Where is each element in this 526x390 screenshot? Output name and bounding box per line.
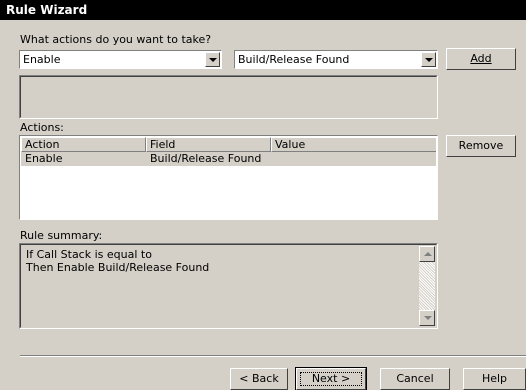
- chevron-down-icon: [209, 58, 217, 62]
- table-row[interactable]: Enable Build/Release Found: [21, 152, 436, 166]
- value-area-border: [20, 76, 437, 118]
- back-button-label: < Back: [239, 372, 279, 385]
- add-button[interactable]: Add: [446, 48, 516, 70]
- scroll-up-button[interactable]: [419, 246, 435, 262]
- actions-list-body: Action Field Value Enable Build/Release …: [21, 137, 436, 218]
- rule-summary-box[interactable]: If Call Stack is equal to Then Enable Bu…: [19, 243, 438, 329]
- remove-button[interactable]: Remove: [446, 135, 516, 157]
- actions-list-label: Actions:: [20, 121, 64, 134]
- summary-line-1: If Call Stack is equal to: [26, 248, 152, 261]
- cell-action: Enable: [25, 152, 63, 165]
- action-combo-dropdown-button[interactable]: [205, 52, 220, 67]
- column-header-action[interactable]: Action: [21, 137, 146, 152]
- help-button-label: Help: [481, 372, 508, 385]
- field-combo-dropdown-button[interactable]: [421, 52, 436, 67]
- window-title: Rule Wizard: [0, 0, 526, 20]
- scroll-down-button[interactable]: [419, 310, 435, 326]
- next-button[interactable]: Next >: [295, 367, 367, 390]
- next-button-label: Next >: [311, 372, 351, 385]
- column-header-field[interactable]: Field: [146, 137, 271, 152]
- column-header-value[interactable]: Value: [271, 137, 436, 152]
- back-button[interactable]: < Back: [230, 368, 288, 390]
- actions-prompt: What actions do you want to take?: [20, 33, 212, 46]
- cancel-button-label: Cancel: [396, 372, 434, 385]
- rule-summary-label: Rule summary:: [20, 229, 103, 242]
- field-combo-value: Build/Release Found: [238, 53, 350, 66]
- action-combo[interactable]: Enable: [19, 50, 222, 69]
- field-combo[interactable]: Build/Release Found: [234, 50, 438, 69]
- remove-button-label: Remove: [458, 139, 504, 152]
- cancel-button[interactable]: Cancel: [380, 368, 450, 390]
- footer-divider: [20, 355, 526, 357]
- cell-field: Build/Release Found: [150, 152, 262, 165]
- summary-line-2: Then Enable Build/Release Found: [26, 261, 210, 274]
- chevron-down-icon: [425, 58, 433, 62]
- actions-list[interactable]: Action Field Value Enable Build/Release …: [19, 135, 438, 220]
- action-combo-value: Enable: [23, 53, 61, 66]
- help-button[interactable]: Help: [463, 368, 526, 390]
- summary-scrollbar[interactable]: [419, 246, 435, 326]
- add-button-label: Add: [470, 52, 492, 65]
- arrow-up-icon: [424, 252, 432, 256]
- value-area: [19, 75, 438, 119]
- arrow-down-icon: [424, 316, 432, 320]
